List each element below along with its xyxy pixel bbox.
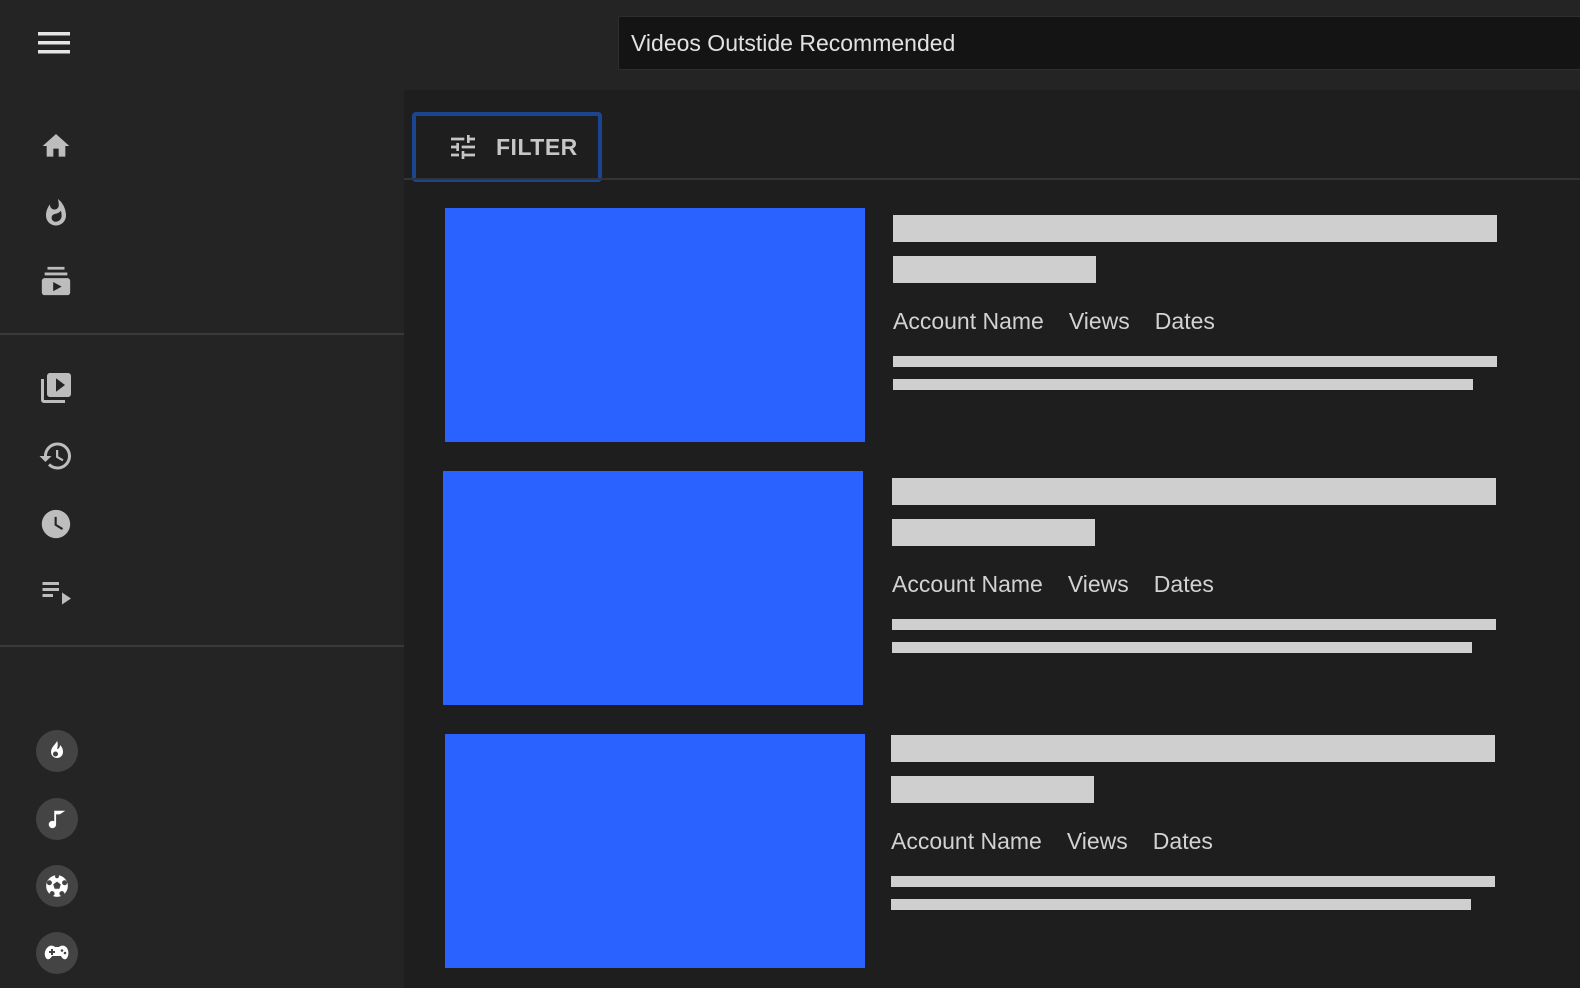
upload-date: Dates: [1152, 828, 1213, 854]
account-name[interactable]: Account Name: [892, 571, 1043, 598]
sidebar-divider: [0, 333, 404, 335]
description-placeholder: [892, 619, 1496, 630]
library-icon[interactable]: [36, 368, 76, 408]
sports-icon[interactable]: [36, 865, 78, 907]
video-item[interactable]: Account Name Views Dates: [404, 208, 1580, 444]
title-placeholder: [893, 215, 1497, 242]
filter-button[interactable]: FILTER: [412, 112, 602, 182]
description-placeholder: [892, 642, 1472, 653]
watch-later-icon[interactable]: [36, 504, 76, 544]
title-placeholder: [891, 776, 1094, 803]
main-content: FILTER Account Name Views Dates Account …: [404, 90, 1580, 988]
views-count: Views: [1068, 308, 1130, 334]
playlist-icon[interactable]: [36, 571, 76, 611]
video-thumbnail[interactable]: [443, 471, 863, 705]
search-bar: [618, 16, 1580, 70]
history-icon[interactable]: [36, 436, 76, 476]
video-thumbnail[interactable]: [445, 734, 865, 968]
video-thumbnail[interactable]: [445, 208, 865, 442]
title-placeholder: [892, 478, 1496, 505]
toolbar-divider: [404, 178, 1580, 180]
description-placeholder: [893, 379, 1473, 390]
description-placeholder: [891, 899, 1471, 910]
music-icon[interactable]: [36, 798, 78, 840]
gaming-icon[interactable]: [36, 730, 78, 772]
video-meta: Account Name Views Dates: [893, 308, 1215, 335]
video-item[interactable]: Account Name Views Dates: [404, 471, 1580, 707]
subscriptions-icon[interactable]: [36, 261, 76, 301]
upload-date: Dates: [1153, 571, 1214, 597]
description-placeholder: [891, 876, 1495, 887]
description-placeholder: [893, 356, 1497, 367]
title-placeholder: [891, 735, 1495, 762]
sidebar-divider: [0, 645, 404, 647]
account-name[interactable]: Account Name: [891, 828, 1042, 855]
video-meta: Account Name Views Dates: [891, 828, 1213, 855]
views-count: Views: [1067, 571, 1129, 597]
filter-label: FILTER: [496, 133, 578, 160]
trending-icon[interactable]: [36, 193, 76, 233]
app-window: FILTER Account Name Views Dates Account …: [0, 0, 1580, 988]
account-name[interactable]: Account Name: [893, 308, 1044, 335]
views-count: Views: [1066, 828, 1128, 854]
game-controller-icon[interactable]: [36, 932, 78, 974]
upload-date: Dates: [1154, 308, 1215, 334]
video-meta: Account Name Views Dates: [892, 571, 1214, 598]
video-item[interactable]: Account Name Views Dates: [404, 734, 1580, 970]
sidebar: [0, 86, 404, 988]
title-placeholder: [892, 519, 1095, 546]
filter-sliders-icon: [451, 135, 475, 159]
title-placeholder: [893, 256, 1096, 283]
menu-icon[interactable]: [38, 30, 72, 58]
home-icon[interactable]: [36, 126, 76, 166]
search-input[interactable]: [619, 17, 1580, 69]
